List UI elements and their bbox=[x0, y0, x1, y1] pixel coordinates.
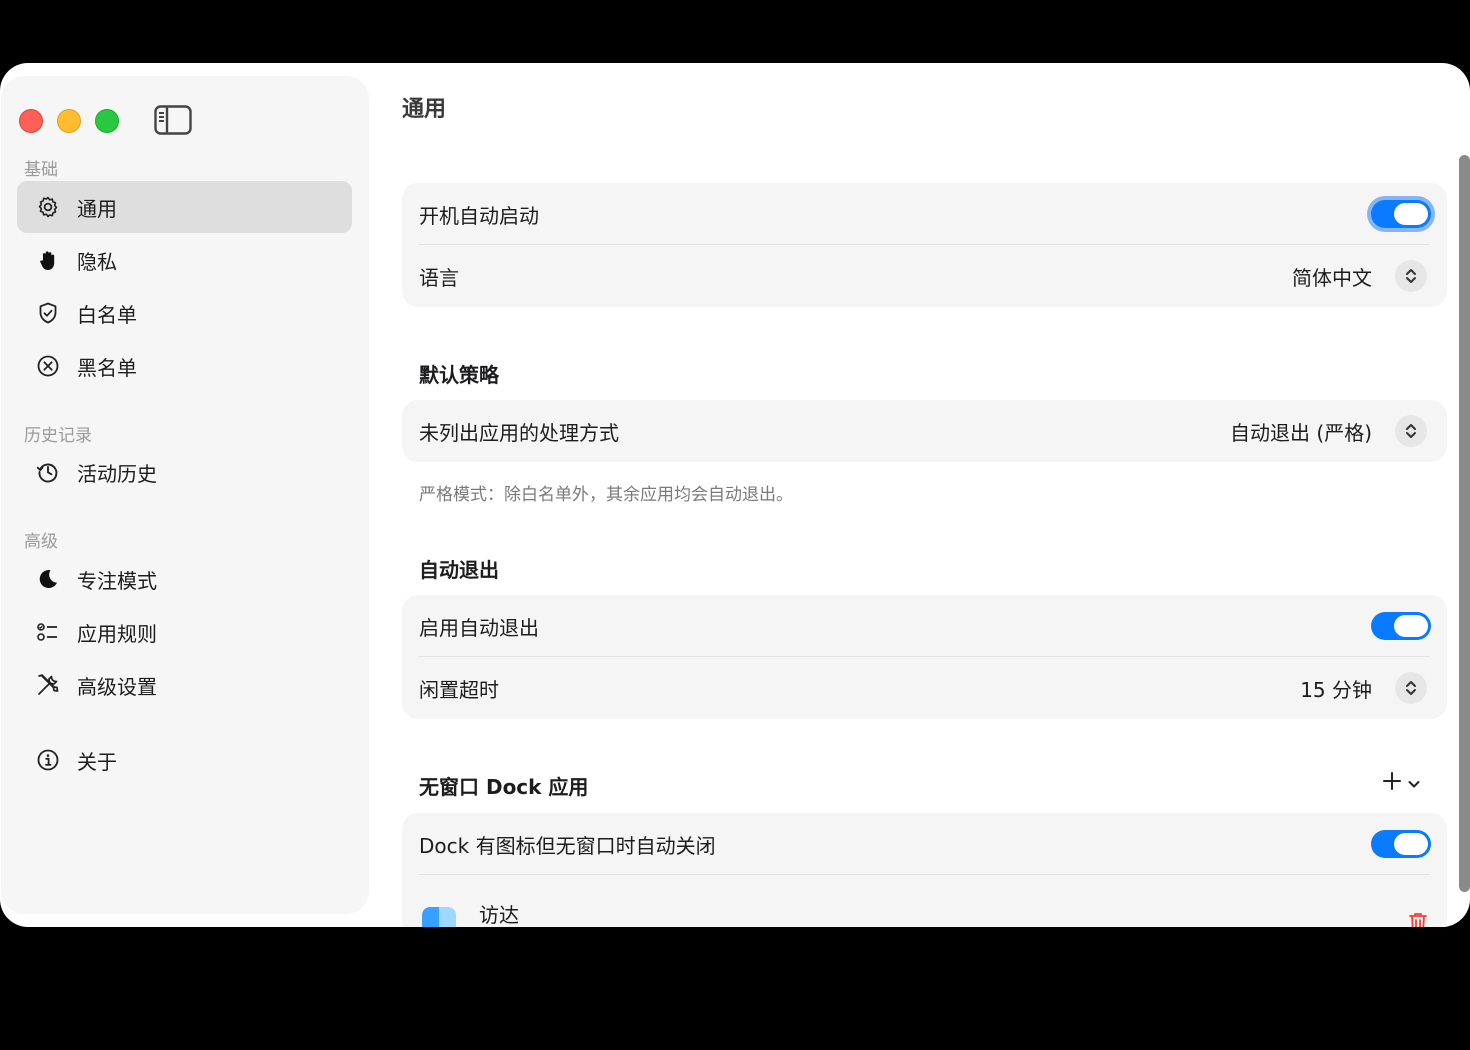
launch-at-login-label: 开机自动启动 bbox=[419, 203, 539, 228]
sidebar-item-label: 隐私 bbox=[77, 249, 117, 274]
sidebar-item-privacy[interactable]: 隐私 bbox=[17, 234, 352, 286]
idle-timeout-label: 闲置超时 bbox=[419, 677, 499, 702]
sidebar-item-app-rules[interactable]: 应用规则 bbox=[17, 606, 352, 658]
unlisted-apps-value: 自动退出 (严格) bbox=[1230, 420, 1372, 445]
sidebar-item-activity-history[interactable]: 活动历史 bbox=[17, 446, 352, 498]
sidebar-item-label: 通用 bbox=[77, 196, 117, 221]
dock-app-list-item: 访达 bbox=[402, 875, 1447, 927]
general-card: 开机自动启动 语言 简体中文 bbox=[402, 183, 1447, 307]
shield-check-icon bbox=[35, 300, 61, 326]
sidebar-item-whitelist[interactable]: 白名单 bbox=[17, 287, 352, 339]
clock-history-icon bbox=[35, 459, 61, 485]
auto-quit-card: 启用自动退出 闲置超时 15 分钟 bbox=[402, 595, 1447, 719]
close-window-button[interactable] bbox=[19, 109, 43, 133]
sidebar-item-label: 白名单 bbox=[77, 302, 137, 327]
scrollbar[interactable] bbox=[1459, 155, 1470, 892]
chevron-up-down-icon[interactable] bbox=[1395, 260, 1427, 292]
default-policy-card: 未列出应用的处理方式 自动退出 (严格) bbox=[402, 400, 1447, 462]
minimize-window-button[interactable] bbox=[57, 109, 81, 133]
sidebar-item-label: 关于 bbox=[77, 749, 117, 774]
section-history-label: 历史记录 bbox=[24, 426, 92, 446]
finder-app-icon bbox=[422, 907, 456, 927]
sidebar-item-label: 专注模式 bbox=[77, 568, 157, 593]
enable-auto-quit-toggle[interactable] bbox=[1371, 612, 1431, 640]
auto-quit-header: 自动退出 bbox=[419, 558, 499, 582]
sidebar: 基础 通用 隐私 白名单 黑名单 历史记录 活动历史 高级 专注模式 应用规则 … bbox=[2, 77, 368, 913]
chevron-up-down-icon[interactable] bbox=[1395, 415, 1427, 447]
sidebar-item-advanced-settings[interactable]: 高级设置 bbox=[17, 659, 352, 711]
dock-auto-close-label: Dock 有图标但无窗口时自动关闭 bbox=[419, 833, 716, 858]
dock-auto-close-toggle[interactable] bbox=[1371, 830, 1431, 858]
sidebar-item-label: 应用规则 bbox=[77, 621, 157, 646]
settings-window: 基础 通用 隐私 白名单 黑名单 历史记录 活动历史 高级 专注模式 应用规则 … bbox=[0, 63, 1470, 927]
add-app-menu[interactable] bbox=[1382, 770, 1420, 796]
section-advanced-label: 高级 bbox=[24, 532, 58, 552]
sidebar-item-label: 黑名单 bbox=[77, 355, 137, 380]
gear-icon bbox=[35, 194, 61, 220]
tools-icon bbox=[35, 672, 61, 698]
idle-timeout-row[interactable]: 闲置超时 15 分钟 bbox=[402, 657, 1447, 719]
xmark-circle-icon bbox=[35, 353, 61, 379]
chevron-up-down-icon[interactable] bbox=[1395, 672, 1427, 704]
checklist-icon bbox=[35, 619, 61, 645]
trash-icon[interactable] bbox=[1407, 911, 1429, 927]
language-value: 简体中文 bbox=[1292, 265, 1372, 290]
launch-at-login-toggle[interactable] bbox=[1371, 200, 1431, 228]
language-row[interactable]: 语言 简体中文 bbox=[402, 245, 1447, 307]
strict-mode-note: 严格模式：除白名单外，其余应用均会自动退出。 bbox=[419, 485, 793, 505]
sidebar-toggle-icon[interactable] bbox=[154, 105, 192, 135]
sidebar-item-about[interactable]: 关于 bbox=[17, 734, 352, 786]
enable-auto-quit-label: 启用自动退出 bbox=[419, 615, 539, 640]
plus-icon bbox=[1382, 771, 1402, 795]
idle-timeout-value: 15 分钟 bbox=[1300, 677, 1372, 702]
default-policy-header: 默认策略 bbox=[419, 363, 499, 387]
sidebar-item-general[interactable]: 通用 bbox=[17, 181, 352, 233]
page-title: 通用 bbox=[402, 97, 447, 122]
moon-icon bbox=[35, 566, 61, 592]
info-circle-icon bbox=[35, 747, 61, 773]
unlisted-apps-row[interactable]: 未列出应用的处理方式 自动退出 (严格) bbox=[402, 400, 1447, 462]
dock-auto-close-row: Dock 有图标但无窗口时自动关闭 bbox=[402, 813, 1447, 875]
chevron-down-icon bbox=[1408, 774, 1420, 793]
language-label: 语言 bbox=[419, 265, 459, 290]
sidebar-item-label: 活动历史 bbox=[77, 461, 157, 486]
unlisted-apps-label: 未列出应用的处理方式 bbox=[419, 420, 619, 445]
sidebar-item-blacklist[interactable]: 黑名单 bbox=[17, 340, 352, 392]
hand-icon bbox=[35, 247, 61, 273]
dock-apps-card: Dock 有图标但无窗口时自动关闭 访达 bbox=[402, 813, 1447, 927]
sidebar-item-label: 高级设置 bbox=[77, 674, 157, 699]
section-basic-label: 基础 bbox=[24, 160, 58, 180]
dock-app-name: 访达 bbox=[479, 903, 519, 927]
sidebar-item-focus-mode[interactable]: 专注模式 bbox=[17, 553, 352, 605]
launch-at-login-row: 开机自动启动 bbox=[402, 183, 1447, 245]
zoom-window-button[interactable] bbox=[95, 109, 119, 133]
dock-apps-header: 无窗口 Dock 应用 bbox=[419, 775, 589, 799]
enable-auto-quit-row: 启用自动退出 bbox=[402, 595, 1447, 657]
